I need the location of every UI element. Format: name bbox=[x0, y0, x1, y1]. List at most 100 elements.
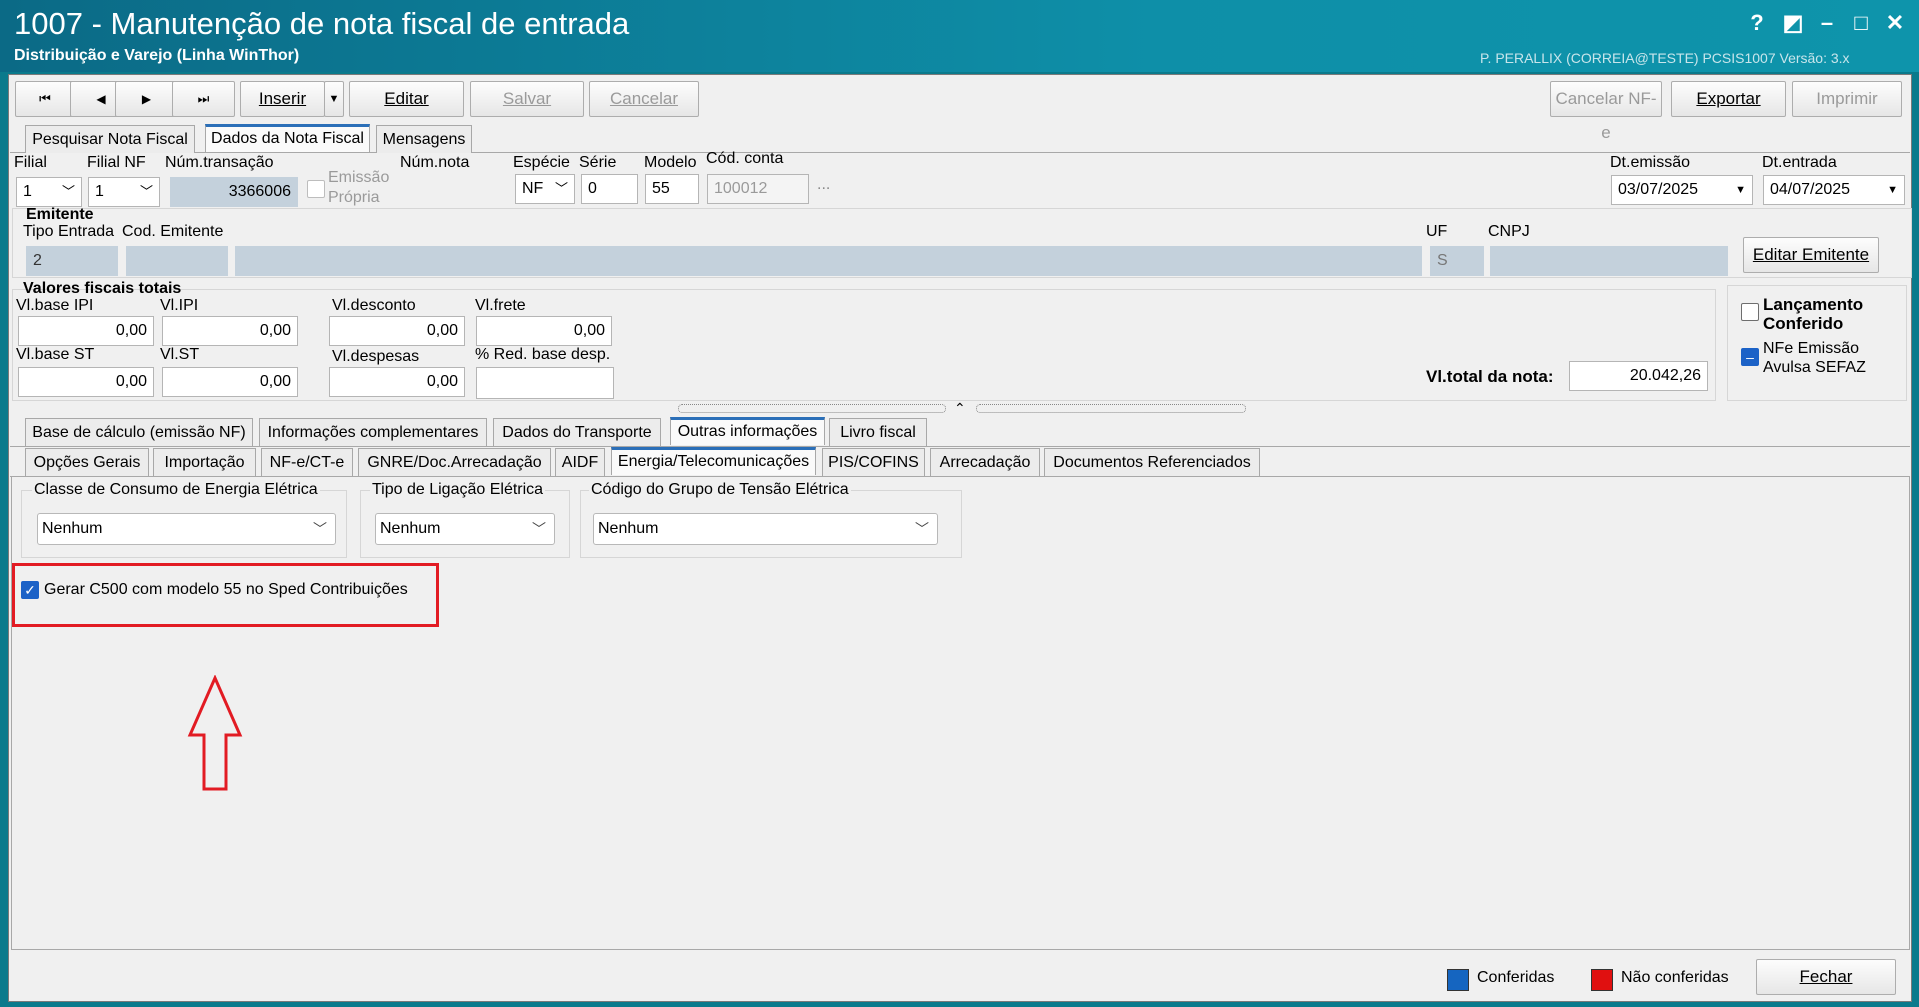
cod-emitente-label: Cod. Emitente bbox=[122, 223, 224, 240]
ipi-field[interactable]: 0,00 bbox=[162, 316, 298, 346]
filial-nf-label: Filial NF bbox=[87, 154, 146, 171]
desconto-label: Vl.desconto bbox=[332, 297, 416, 314]
valores-title: Valores fiscais totais bbox=[23, 280, 182, 297]
base-ipi-field[interactable]: 0,00 bbox=[18, 316, 154, 346]
chevron-down-icon: ﹀ bbox=[61, 184, 75, 199]
cancel-button[interactable]: Cancelar bbox=[589, 81, 699, 117]
close-button[interactable]: Fechar bbox=[1756, 959, 1896, 995]
cod-conta-field[interactable]: 100012 bbox=[707, 174, 809, 204]
frete-label: Vl.frete bbox=[475, 297, 526, 314]
close-window-button[interactable]: ✕ bbox=[1880, 10, 1910, 36]
splitter-handle-left[interactable] bbox=[678, 404, 946, 413]
tab-nfe-cte[interactable]: NF-e/CT-e bbox=[261, 448, 353, 476]
lancamento-conferido-checkbox[interactable] bbox=[1741, 303, 1759, 321]
nfe-avulsa-checkbox[interactable]: – bbox=[1741, 348, 1759, 366]
lancamento-conferido-label: Lançamento Conferido bbox=[1763, 295, 1864, 333]
next-record-button[interactable]: ▶ bbox=[115, 81, 178, 117]
filial-combo[interactable]: 1 ﹀ bbox=[16, 177, 82, 207]
tab-dados-nota-fiscal[interactable]: Dados da Nota Fiscal bbox=[205, 124, 370, 152]
filial-nf-combo[interactable]: 1 ﹀ bbox=[88, 177, 160, 207]
filial-label: Filial bbox=[14, 154, 47, 171]
user-info: P. PERALLIX (CORREIA@TESTE) PCSIS1007 Ve… bbox=[1480, 50, 1850, 66]
up-arrow-icon bbox=[187, 675, 243, 791]
chevron-down-icon: ▼ bbox=[328, 93, 340, 105]
minimize-button[interactable]: – bbox=[1812, 10, 1842, 36]
insert-button[interactable]: Inserir bbox=[240, 81, 325, 117]
num-transacao-label: Núm.transação bbox=[165, 154, 274, 171]
last-icon: ⏭ bbox=[197, 91, 210, 106]
tab-base-calculo[interactable]: Base de cálculo (emissão NF) bbox=[25, 418, 253, 446]
tab-importacao[interactable]: Importação bbox=[153, 448, 256, 476]
grupo-select[interactable]: Nenhum ﹀ bbox=[593, 513, 938, 545]
print-button[interactable]: Imprimir bbox=[1792, 81, 1902, 117]
red-base-field[interactable] bbox=[476, 367, 614, 399]
tab-livro-fiscal[interactable]: Livro fiscal bbox=[829, 418, 927, 446]
modelo-field[interactable]: 55 bbox=[645, 174, 699, 204]
save-button[interactable]: Salvar bbox=[470, 81, 584, 117]
tipo-select[interactable]: Nenhum ﹀ bbox=[375, 513, 555, 545]
highlight-box bbox=[12, 563, 439, 627]
base-st-field[interactable]: 0,00 bbox=[18, 367, 154, 397]
total-field: 20.042,26 bbox=[1569, 361, 1708, 391]
emissao-propria-label: Emissão Própria bbox=[328, 169, 390, 206]
frete-field[interactable]: 0,00 bbox=[476, 316, 612, 346]
especie-combo[interactable]: NF ﹀ bbox=[515, 174, 575, 204]
tab-pis-cofins[interactable]: PIS/COFINS bbox=[822, 448, 925, 476]
uf-label: UF bbox=[1426, 223, 1448, 240]
nfe-avulsa-label: NFe Emissão Avulsa SEFAZ bbox=[1763, 340, 1866, 376]
modelo-label: Modelo bbox=[644, 154, 697, 171]
insert-dropdown-button[interactable]: ▼ bbox=[324, 81, 344, 117]
tipo-entrada-label: Tipo Entrada bbox=[23, 223, 115, 240]
tipo-entrada-field: 2 bbox=[26, 246, 118, 276]
window-title: 1007 - Manutenção de nota fiscal de entr… bbox=[14, 6, 630, 41]
tab-mensagens[interactable]: Mensagens bbox=[376, 125, 472, 153]
tab-energia-telecomunicacoes[interactable]: Energia/Telecomunicações bbox=[611, 447, 816, 475]
splitter-handle-right[interactable] bbox=[976, 404, 1246, 413]
despesas-label: Vl.despesas bbox=[332, 348, 420, 365]
num-nota-label: Núm.nota bbox=[400, 154, 470, 171]
restore-button[interactable]: ◩ bbox=[1778, 10, 1808, 36]
tab-aidf[interactable]: AIDF bbox=[555, 448, 605, 476]
export-button[interactable]: Exportar bbox=[1671, 81, 1786, 117]
cod-conta-lookup-button[interactable]: ... bbox=[817, 176, 830, 194]
tab-dados-transporte[interactable]: Dados do Transporte bbox=[493, 418, 661, 446]
edit-button[interactable]: Editar bbox=[349, 81, 464, 117]
help-button[interactable]: ? bbox=[1742, 10, 1772, 36]
tab-gnre[interactable]: GNRE/Doc.Arrecadação bbox=[358, 448, 551, 476]
dt-entrada-picker[interactable]: 04/07/2025 ▼ bbox=[1763, 175, 1905, 205]
tab-pesquisar-nota-fiscal[interactable]: Pesquisar Nota Fiscal bbox=[25, 125, 195, 153]
dt-emissao-picker[interactable]: 03/07/2025 ▼ bbox=[1611, 175, 1753, 205]
serie-field[interactable]: 0 bbox=[581, 174, 638, 204]
maximize-button[interactable]: □ bbox=[1846, 10, 1876, 36]
dt-emissao-label: Dt.emissão bbox=[1610, 154, 1691, 171]
prev-icon: ◀ bbox=[96, 92, 106, 106]
cancel-nfe-button[interactable]: Cancelar NF-e bbox=[1550, 81, 1662, 142]
chevron-down-icon: ﹀ bbox=[554, 181, 568, 196]
total-label: Vl.total da nota: bbox=[1426, 367, 1554, 386]
st-field[interactable]: 0,00 bbox=[162, 367, 298, 397]
despesas-field[interactable]: 0,00 bbox=[329, 367, 465, 397]
last-record-button[interactable]: ⏭ bbox=[172, 81, 235, 117]
first-record-button[interactable]: ⏮ bbox=[15, 81, 75, 117]
tab-arrecadacao[interactable]: Arrecadação bbox=[930, 448, 1040, 476]
tab-opcoes-gerais[interactable]: Opções Gerais bbox=[25, 448, 149, 476]
edit-emitente-button[interactable]: Editar Emitente bbox=[1743, 237, 1879, 273]
minus-icon: – bbox=[1746, 349, 1754, 365]
serie-label: Série bbox=[579, 154, 617, 171]
desconto-field[interactable]: 0,00 bbox=[329, 316, 465, 346]
collapse-icon[interactable]: ⌃ bbox=[954, 400, 966, 417]
base-st-label: Vl.base ST bbox=[16, 346, 95, 363]
chevron-down-icon: ﹀ bbox=[915, 521, 929, 537]
grupo-label: Código do Grupo de Tensão Elétrica bbox=[589, 481, 851, 499]
tab-informacoes-complementares[interactable]: Informações complementares bbox=[259, 418, 487, 446]
cnpj-label: CNPJ bbox=[1488, 223, 1530, 240]
classe-label: Classe de Consumo de Energia Elétrica bbox=[32, 481, 320, 499]
tab-documentos-referenciados[interactable]: Documentos Referenciados bbox=[1044, 448, 1260, 476]
ipi-label: Vl.IPI bbox=[160, 297, 199, 314]
chevron-down-icon: ﹀ bbox=[313, 521, 327, 537]
emitente-name-field bbox=[235, 246, 1422, 276]
emissao-propria-checkbox[interactable] bbox=[307, 180, 325, 198]
tab-outras-informacoes[interactable]: Outras informações bbox=[670, 417, 825, 445]
classe-select[interactable]: Nenhum ﹀ bbox=[37, 513, 336, 545]
dt-entrada-label: Dt.entrada bbox=[1762, 154, 1837, 171]
